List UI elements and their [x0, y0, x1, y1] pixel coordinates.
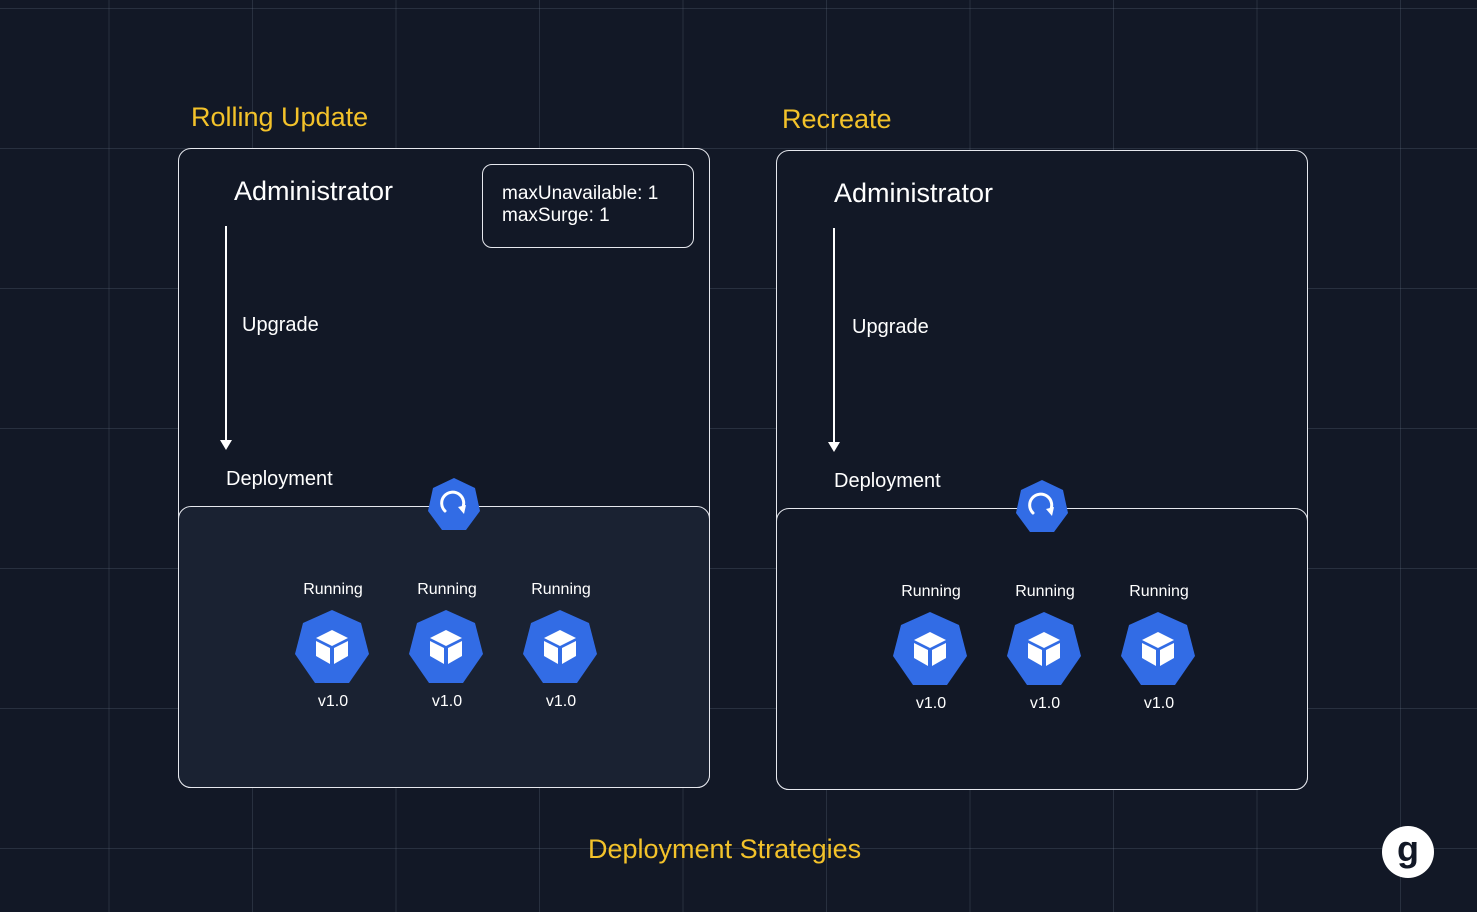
pod-cube-icon	[893, 612, 967, 685]
pod-status: Running	[901, 583, 961, 600]
pod-status: Running	[303, 581, 363, 598]
pod-status: Running	[531, 581, 591, 598]
pod-version: v1.0	[545, 693, 577, 710]
pod-version: v1.0	[431, 693, 463, 710]
pod-version: v1.0	[1029, 695, 1061, 712]
rolling-upgrade-arrow	[225, 226, 227, 440]
pod-cube-icon	[1007, 612, 1081, 685]
recreate-arrow-head	[828, 442, 840, 452]
recreate-title: Recreate	[782, 104, 892, 134]
recreate-upgrade-arrow	[833, 228, 835, 442]
pod-cube-icon	[295, 610, 369, 683]
pod-cube-icon	[1121, 612, 1195, 685]
recreate-administrator-label: Administrator	[834, 178, 994, 208]
pod-cube-icon	[409, 610, 483, 683]
pod-version: v1.0	[915, 695, 947, 712]
pod-status: Running	[1015, 583, 1075, 600]
deployment-icon	[428, 478, 480, 530]
recreate-deployment-label: Deployment	[834, 470, 941, 492]
diagram-caption: Deployment Strategies	[588, 834, 862, 864]
rolling-deployment-label: Deployment	[226, 468, 333, 490]
max-surge-setting: maxSurge: 1	[502, 205, 610, 226]
rolling-update-title: Rolling Update	[191, 102, 369, 132]
rolling-arrow-head	[220, 440, 232, 450]
pod-status: Running	[1129, 583, 1189, 600]
recreate-upgrade-label: Upgrade	[852, 316, 929, 338]
deployment-icon	[1016, 480, 1068, 532]
pod-cube-icon	[523, 610, 597, 683]
pod-version: v1.0	[1143, 695, 1175, 712]
rolling-upgrade-label: Upgrade	[242, 314, 319, 336]
brand-logo: g	[1382, 826, 1434, 878]
rolling-administrator-label: Administrator	[234, 176, 394, 206]
pod-status: Running	[417, 581, 477, 598]
rolling-config-box: maxUnavailable: 1 maxSurge: 1	[482, 164, 694, 248]
pod-version: v1.0	[317, 693, 349, 710]
max-unavailable-setting: maxUnavailable: 1	[502, 183, 659, 204]
